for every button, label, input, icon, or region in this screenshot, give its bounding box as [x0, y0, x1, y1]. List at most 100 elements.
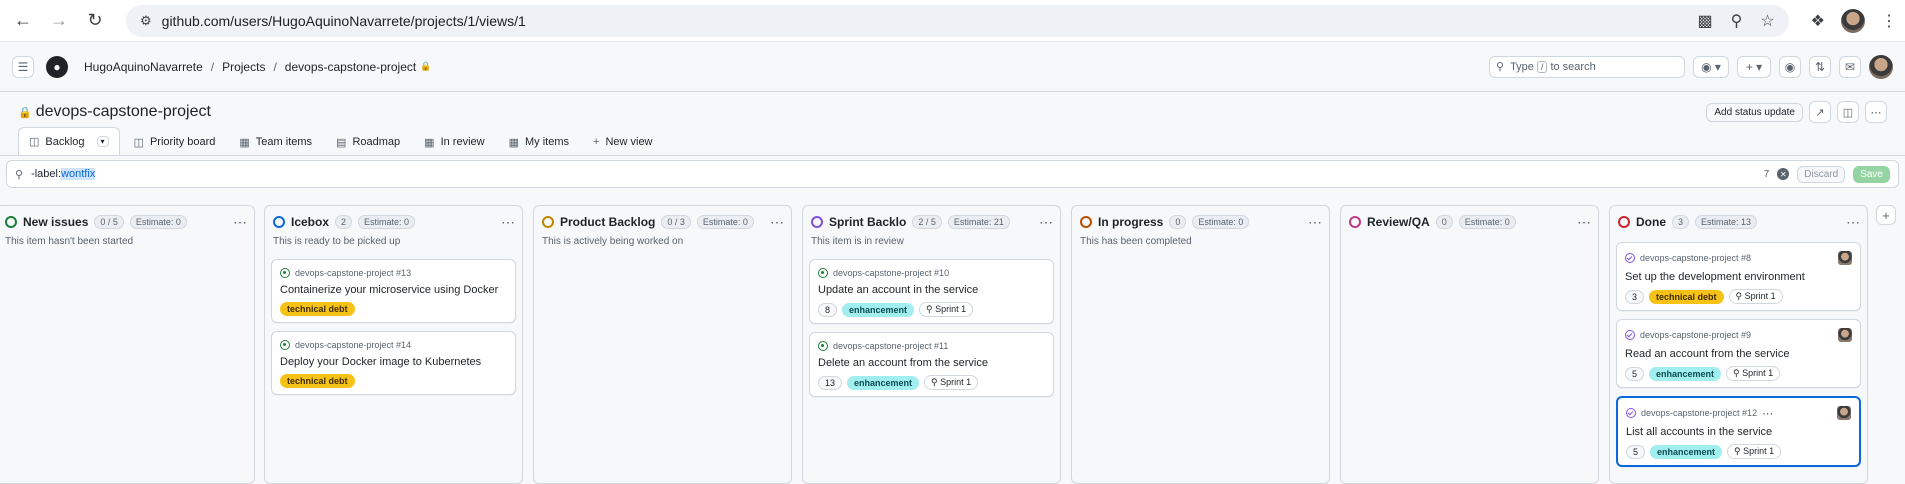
label-badge[interactable]: enhancement: [1649, 366, 1722, 381]
tab-in-review[interactable]: ▦ In review: [414, 129, 494, 155]
issue-title[interactable]: Set up the development environment: [1625, 271, 1852, 283]
sprint-label: Sprint 1: [940, 377, 972, 387]
tab-backlog[interactable]: ◫ Backlog ▾: [18, 127, 120, 155]
assignee-avatar[interactable]: [1837, 406, 1851, 420]
issue-reference[interactable]: devops-capstone-project #12: [1641, 408, 1757, 418]
add-column-icon[interactable]: +: [1876, 205, 1896, 225]
open-issue-icon: [280, 268, 290, 278]
sprint-label: Sprint 1: [1742, 368, 1774, 378]
inbox-icon[interactable]: ✉: [1839, 55, 1861, 78]
issue-title[interactable]: Containerize your microservice using Doc…: [280, 284, 507, 296]
issue-reference[interactable]: devops-capstone-project #14: [295, 340, 411, 350]
column-menu-icon[interactable]: ⋯: [1308, 214, 1323, 231]
insights-icon[interactable]: ↗: [1809, 101, 1831, 123]
issue-card[interactable]: devops-capstone-project #13 Containerize…: [271, 259, 516, 323]
site-settings-icon[interactable]: ⚙: [140, 13, 152, 29]
label-badge[interactable]: technical debt: [1649, 289, 1724, 304]
card-list: devops-capstone-project #13 Containerize…: [271, 259, 516, 395]
issue-card[interactable]: devops-capstone-project #11 Delete an ac…: [809, 332, 1054, 397]
issue-reference[interactable]: devops-capstone-project #9: [1640, 330, 1751, 340]
issue-title[interactable]: Deploy your Docker image to Kubernetes: [280, 356, 507, 368]
issue-reference[interactable]: devops-capstone-project #11: [833, 341, 948, 351]
label-badge[interactable]: enhancement: [1650, 444, 1723, 459]
issue-card[interactable]: devops-capstone-project #10 Update an ac…: [809, 259, 1054, 324]
hamburger-menu-icon[interactable]: ☰: [12, 55, 34, 78]
card-menu-icon[interactable]: ⋯: [1762, 407, 1774, 420]
search-input[interactable]: ⚲ Type / to search: [1489, 55, 1685, 78]
board-column: Sprint Backlo 2 / 5 Estimate: 21 ⋯ This …: [802, 205, 1061, 484]
github-logo-icon[interactable]: ●: [46, 55, 68, 78]
layout-icon[interactable]: ◫: [1837, 101, 1859, 123]
card-meta: technical debt: [280, 374, 507, 388]
url-text[interactable]: github.com/users/HugoAquinoNavarrete/pro…: [162, 13, 526, 29]
tab-roadmap[interactable]: ▤ Roadmap: [326, 129, 410, 155]
column-estimate: Estimate: 0: [129, 215, 187, 229]
more-options-icon[interactable]: ⋯: [1865, 101, 1887, 123]
issue-card[interactable]: devops-capstone-project #9 Read an accou…: [1616, 319, 1861, 388]
iteration-icon: ⚲: [926, 304, 933, 314]
save-button[interactable]: Save: [1853, 165, 1890, 183]
issue-reference[interactable]: devops-capstone-project #13: [295, 268, 411, 278]
add-status-update-button[interactable]: Add status update: [1706, 102, 1803, 122]
column-menu-icon[interactable]: ⋯: [770, 214, 785, 231]
tab-priority-board[interactable]: ◫ Priority board: [124, 129, 226, 155]
user-avatar[interactable]: [1869, 54, 1893, 79]
assignee-avatar[interactable]: [1838, 251, 1852, 265]
filter-input[interactable]: ⚲ -label:wontfix 7 ✕ Discard Save: [6, 160, 1899, 188]
breadcrumb-user[interactable]: HugoAquinoNavarrete: [84, 60, 203, 74]
iteration-icon: ⚲: [1734, 446, 1741, 456]
back-icon[interactable]: ←: [8, 6, 38, 36]
tab-team-items[interactable]: ▦ Team items: [229, 129, 322, 155]
address-bar[interactable]: ⚙ github.com/users/HugoAquinoNavarrete/p…: [126, 4, 1789, 37]
issue-reference[interactable]: devops-capstone-project #10: [833, 268, 949, 278]
issue-reference[interactable]: devops-capstone-project #8: [1640, 253, 1751, 263]
issue-title[interactable]: Read an account from the service: [1625, 348, 1852, 360]
assignee-avatar[interactable]: [1838, 328, 1852, 342]
column-menu-icon[interactable]: ⋯: [1846, 214, 1861, 231]
issue-title[interactable]: Update an account in the service: [818, 284, 1045, 296]
install-app-icon[interactable]: ▩: [1697, 11, 1712, 31]
column-description: This is actively being worked on: [542, 236, 684, 247]
tab-dropdown-icon[interactable]: ▾: [96, 136, 109, 147]
extensions-icon[interactable]: ❖: [1811, 11, 1825, 31]
issue-title[interactable]: List all accounts in the service: [1626, 426, 1851, 438]
open-issue-icon: [818, 268, 828, 278]
copilot-icon[interactable]: ◉ ▾: [1693, 55, 1729, 78]
column-menu-icon[interactable]: ⋯: [1039, 214, 1054, 231]
create-new-icon[interactable]: + ▾: [1737, 55, 1771, 78]
breadcrumb-project[interactable]: devops-capstone-project: [285, 60, 416, 74]
label-badge[interactable]: technical debt: [280, 302, 355, 316]
sprint-badge[interactable]: ⚲ Sprint 1: [1726, 366, 1781, 381]
bookmark-star-icon[interactable]: ☆: [1760, 11, 1774, 31]
breadcrumb-projects[interactable]: Projects: [222, 60, 265, 74]
issues-icon[interactable]: ◉: [1779, 55, 1801, 78]
issue-title[interactable]: Delete an account from the service: [818, 357, 1045, 369]
sprint-badge[interactable]: ⚲ Sprint 1: [1727, 444, 1782, 459]
board-column: In progress 0 Estimate: 0 ⋯ This has bee…: [1071, 205, 1330, 484]
sprint-badge[interactable]: ⚲ Sprint 1: [1728, 289, 1783, 304]
column-menu-icon[interactable]: ⋯: [1577, 214, 1592, 231]
label-badge[interactable]: technical debt: [280, 374, 355, 388]
issue-card[interactable]: devops-capstone-project #14 Deploy your …: [271, 331, 516, 395]
profile-avatar[interactable]: [1841, 8, 1865, 33]
column-count: 3: [1672, 215, 1690, 229]
filter-value[interactable]: -label:wontfix: [31, 168, 96, 180]
reload-icon[interactable]: ↻: [80, 6, 110, 36]
tab-my-items[interactable]: ▦ My items: [499, 129, 579, 155]
sprint-badge[interactable]: ⚲ Sprint 1: [919, 302, 974, 317]
discard-button[interactable]: Discard: [1797, 165, 1846, 183]
browser-menu-icon[interactable]: ⋮: [1881, 11, 1897, 31]
issue-card[interactable]: devops-capstone-project #8 Set up the de…: [1616, 242, 1861, 311]
pull-requests-icon[interactable]: ⇅: [1809, 55, 1831, 78]
column-count: 0 / 3: [661, 215, 691, 229]
tab-new-view[interactable]: + New view: [583, 129, 663, 155]
column-menu-icon[interactable]: ⋯: [233, 214, 248, 231]
issue-card[interactable]: devops-capstone-project #12 ⋯ List all a…: [1616, 396, 1861, 467]
zoom-icon[interactable]: ⚲: [1731, 11, 1743, 31]
label-badge[interactable]: enhancement: [847, 375, 920, 390]
clear-filter-icon[interactable]: ✕: [1777, 168, 1790, 180]
column-menu-icon[interactable]: ⋯: [501, 214, 516, 231]
sprint-badge[interactable]: ⚲ Sprint 1: [924, 375, 979, 390]
label-badge[interactable]: enhancement: [842, 302, 915, 317]
forward-icon[interactable]: →: [44, 6, 74, 36]
